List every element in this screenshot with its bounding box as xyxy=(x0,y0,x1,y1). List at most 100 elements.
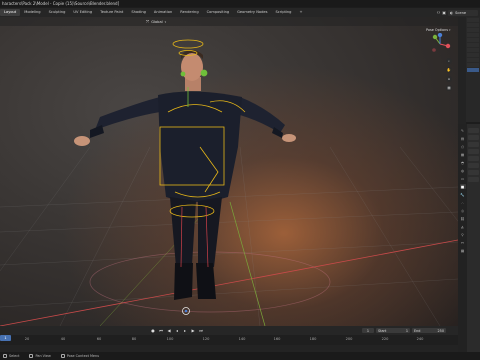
tab-compositing[interactable]: Compositing xyxy=(203,9,234,16)
playhead[interactable]: 1 xyxy=(0,335,11,341)
property-row[interactable] xyxy=(468,163,479,168)
tab-rendering[interactable]: Rendering xyxy=(176,9,202,16)
window-titlebar: haracters\Pack 2\Model - Copie (15)\Sour… xyxy=(0,0,480,7)
particles-icon[interactable]: ∴ xyxy=(460,200,466,205)
start-frame-field[interactable]: Start 1 xyxy=(376,328,410,333)
property-row[interactable] xyxy=(468,149,479,154)
modifier-icon[interactable]: 🔧 xyxy=(460,192,466,197)
end-frame-field[interactable]: End 250 xyxy=(412,328,446,333)
view-layer-icon[interactable]: ▦ xyxy=(460,152,466,157)
chevron-down-icon: ▾ xyxy=(449,28,451,32)
outliner-row[interactable] xyxy=(467,33,479,37)
tab-shading[interactable]: Shading xyxy=(127,9,150,16)
property-row[interactable] xyxy=(468,177,479,182)
scene-selector[interactable]: ◐ Scene xyxy=(448,9,478,16)
pan-hand-icon[interactable]: ✋ xyxy=(446,67,452,73)
head-top-control[interactable] xyxy=(172,39,204,49)
workspace-tabs: Layout Modeling Sculpting UV Editing Tex… xyxy=(0,8,306,17)
tool-icon[interactable]: ✎ xyxy=(460,128,466,133)
eye-bone[interactable] xyxy=(180,71,186,77)
bone-icon[interactable]: ⚲ xyxy=(460,232,466,237)
add-workspace-button[interactable]: + xyxy=(295,9,306,16)
jacket xyxy=(158,91,242,202)
user-icon[interactable]: ⚇ xyxy=(437,10,441,15)
left-arm xyxy=(95,97,160,130)
chevron-down-icon: ▾ xyxy=(164,19,167,24)
viewport-nav-buttons: ⌕ ✋ ⌂ ▦ xyxy=(446,58,452,91)
play-reverse-icon[interactable]: ◂ xyxy=(174,328,180,333)
image-icon[interactable]: ▣ xyxy=(442,10,446,15)
grid-icon[interactable]: ▦ xyxy=(446,85,452,91)
outliner-row[interactable] xyxy=(467,53,479,57)
texture-icon[interactable]: ▩ xyxy=(460,248,466,253)
property-row[interactable] xyxy=(468,128,479,133)
orientation-icon: ⤧ xyxy=(146,19,150,24)
head-bone[interactable] xyxy=(200,69,208,77)
tab-texture-paint[interactable]: Texture Paint xyxy=(96,9,127,16)
outliner-row[interactable] xyxy=(467,58,479,62)
gizmo-y-axis[interactable] xyxy=(432,34,438,40)
output-icon[interactable]: ⎙ xyxy=(460,144,466,149)
record-icon[interactable]: ● xyxy=(150,328,156,333)
right-arm xyxy=(240,97,285,133)
tab-scripting[interactable]: Scripting xyxy=(271,9,295,16)
tab-geometry-nodes[interactable]: Geometry Nodes xyxy=(233,9,271,16)
current-frame-field[interactable]: 1 xyxy=(362,328,374,333)
jump-end-icon[interactable]: ⏭ xyxy=(198,328,204,333)
scene-icon[interactable]: ◓ xyxy=(460,160,466,165)
pose-options-dropdown[interactable]: Pose Options ▾ xyxy=(426,28,451,32)
bone-constraint-icon[interactable]: ⚯ xyxy=(460,240,466,245)
character-model[interactable] xyxy=(74,50,296,300)
outliner-row-selected[interactable] xyxy=(467,68,479,72)
prev-keyframe-icon[interactable]: ◀ xyxy=(166,328,172,333)
orientation-label: Global xyxy=(151,19,163,24)
outliner-row[interactable] xyxy=(467,23,479,27)
collection-icon[interactable]: ▭ xyxy=(460,176,466,181)
timeline-ruler[interactable]: 1 20 40 60 80 100 120 140 160 180 200 22… xyxy=(0,335,458,345)
status-pan-view: Pan View xyxy=(29,354,51,358)
outliner-row[interactable] xyxy=(467,38,479,42)
ruler-tick: 80 xyxy=(131,337,137,341)
outliner-row[interactable] xyxy=(467,63,479,67)
outliner[interactable] xyxy=(466,17,480,122)
data-icon[interactable]: ◭ xyxy=(460,224,466,229)
constraints-icon[interactable]: ⛓ xyxy=(460,216,466,221)
render-icon[interactable]: ▤ xyxy=(460,136,466,141)
tab-modeling[interactable]: Modeling xyxy=(20,9,44,16)
tab-animation[interactable]: Animation xyxy=(150,9,176,16)
gizmo-z-axis[interactable] xyxy=(437,33,443,38)
tab-sculpting[interactable]: Sculpting xyxy=(45,9,70,16)
next-keyframe-icon[interactable]: ▶ xyxy=(190,328,196,333)
gizmo-neg-x-axis[interactable] xyxy=(432,48,436,52)
object-icon[interactable]: ■ xyxy=(459,184,466,189)
end-label: End xyxy=(414,328,421,333)
physics-icon[interactable]: ◎ xyxy=(460,208,466,213)
navigation-gizmo[interactable] xyxy=(429,33,451,55)
tab-uv-editing[interactable]: UV Editing xyxy=(69,9,96,16)
world-icon[interactable]: ◍ xyxy=(460,168,466,173)
start-label: Start xyxy=(378,328,387,333)
gizmo-x-axis[interactable] xyxy=(445,43,451,49)
outliner-row[interactable] xyxy=(467,48,479,52)
jump-start-icon[interactable]: ⏮ xyxy=(158,328,164,333)
timeline-body[interactable] xyxy=(0,345,458,352)
outliner-row[interactable] xyxy=(467,18,479,22)
3d-viewport[interactable]: ⤧ Global ▾ Pose Options ▾ ⌕ ✋ ⌂ ▦ xyxy=(0,17,458,326)
property-row[interactable] xyxy=(468,170,479,175)
property-row[interactable] xyxy=(468,135,479,140)
ruler-tick: 20 xyxy=(24,337,30,341)
property-row[interactable] xyxy=(468,142,479,147)
outliner-row[interactable] xyxy=(467,43,479,47)
zoom-icon[interactable]: ⌕ xyxy=(446,58,452,64)
properties-tabs: ✎ ▤ ⎙ ▦ ◓ ◍ ▭ ■ 🔧 ∴ ◎ ⛓ ◭ ⚲ ⚯ ▩ xyxy=(458,124,467,360)
workspace-bar: Layout Modeling Sculpting UV Editing Tex… xyxy=(0,8,480,17)
ruler-tick: 200 xyxy=(345,337,353,341)
transform-orientation[interactable]: ⤧ Global ▾ xyxy=(146,19,166,24)
camera-icon[interactable]: ⌂ xyxy=(446,76,452,82)
tab-layout[interactable]: Layout xyxy=(0,9,21,16)
property-row[interactable] xyxy=(468,156,479,161)
play-icon[interactable]: ▸ xyxy=(182,328,188,333)
ruler-tick: 220 xyxy=(381,337,389,341)
outliner-row[interactable] xyxy=(467,28,479,32)
mouse-left-icon xyxy=(3,354,7,358)
